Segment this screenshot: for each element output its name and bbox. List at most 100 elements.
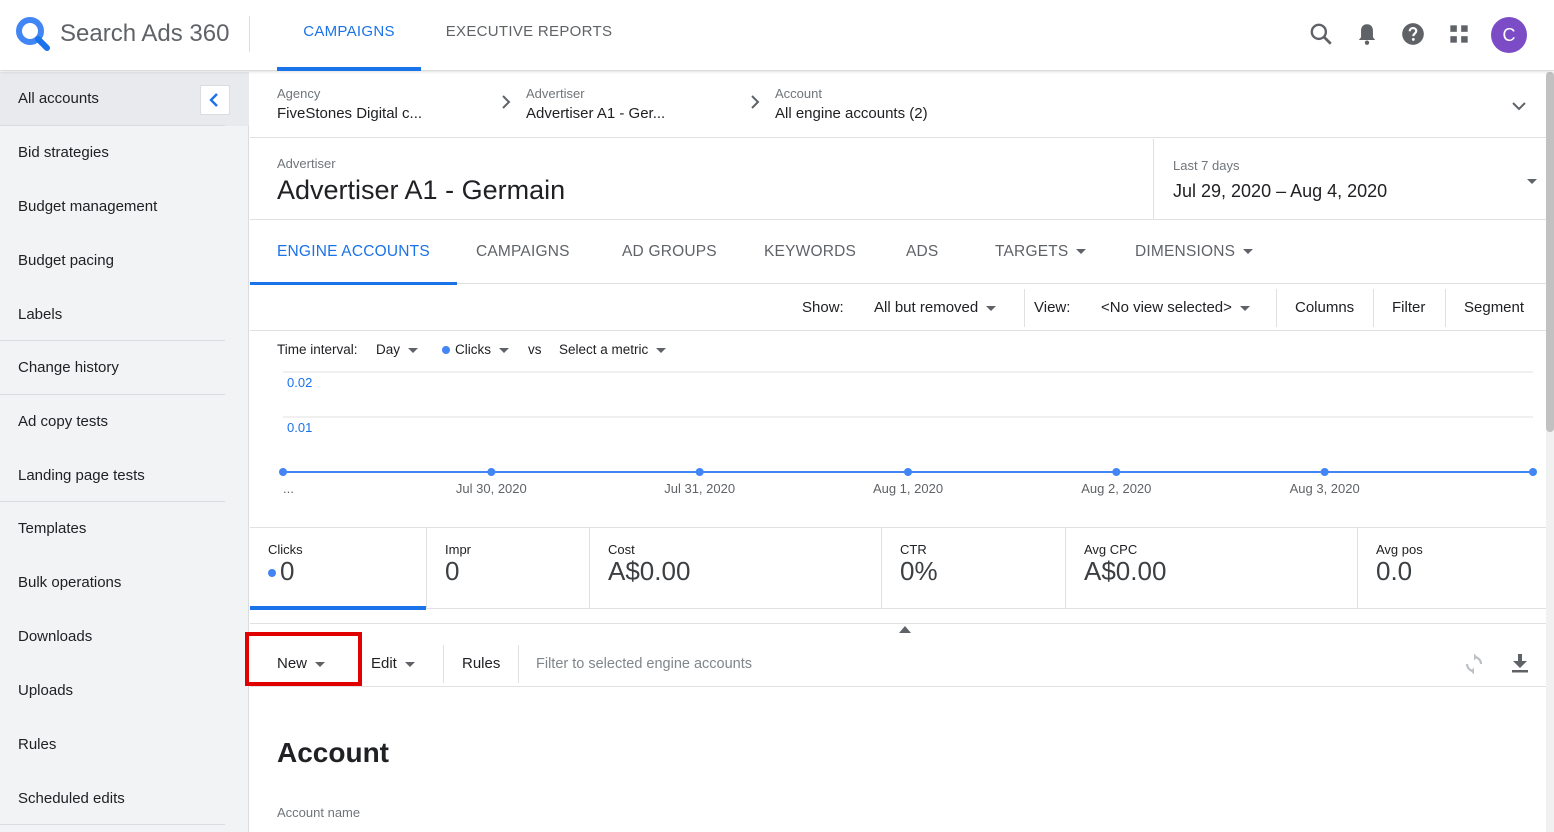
view-dropdown[interactable]: <No view selected>: [1101, 285, 1250, 331]
chevron-down-icon[interactable]: [1511, 98, 1527, 114]
sidebar-item-label: Templates: [18, 520, 87, 537]
tab-engine-accounts[interactable]: ENGINE ACCOUNTS: [250, 221, 457, 285]
sidebar-item-labels[interactable]: Labels: [0, 288, 249, 342]
scrollbar-thumb[interactable]: [1546, 72, 1554, 432]
show-dropdown[interactable]: All but removed: [874, 285, 997, 331]
page-header: Advertiser Advertiser A1 - Germain Last …: [250, 139, 1546, 220]
app-name: Search Ads 360: [60, 20, 230, 47]
rules-button[interactable]: Rules: [462, 641, 500, 687]
tab-ads[interactable]: ADS: [906, 221, 938, 284]
metric-label: Avg pos: [1376, 542, 1423, 557]
new-button[interactable]: New: [277, 641, 326, 687]
series-dot-icon: [442, 346, 450, 354]
caret-down-icon: [656, 347, 667, 353]
metric-card-avg-pos[interactable]: Avg pos 0.0: [1358, 528, 1546, 608]
breadcrumb-value: Advertiser A1 - Ger...: [526, 105, 666, 122]
y-tick-label: 0.01: [287, 420, 312, 435]
refresh-icon[interactable]: [1462, 652, 1486, 676]
sidebar-item-budget-management[interactable]: Budget management: [0, 180, 249, 234]
filter-button[interactable]: Filter: [1392, 285, 1425, 331]
breadcrumb-advertiser[interactable]: Advertiser Advertiser A1 - Ger...: [526, 86, 665, 122]
sidebar-item-rules[interactable]: Rules: [0, 718, 249, 772]
collapse-sidebar-button[interactable]: [200, 85, 230, 115]
top-tab-executive-reports[interactable]: EXECUTIVE REPORTS: [437, 0, 621, 71]
show-value: All but removed: [874, 299, 979, 316]
primary-metric-dropdown[interactable]: Clicks: [442, 342, 509, 357]
sidebar-item-downloads[interactable]: Downloads: [0, 610, 249, 664]
time-interval-label: Time interval:: [277, 342, 358, 357]
tab-dimensions[interactable]: DIMENSIONS: [1135, 221, 1254, 284]
segment-button[interactable]: Segment: [1464, 285, 1524, 331]
avatar[interactable]: C: [1491, 17, 1527, 53]
top-tab-campaigns[interactable]: CAMPAIGNS: [277, 0, 421, 71]
clicks-data-point: [1112, 468, 1121, 476]
sidebar-item-templates[interactable]: Templates: [0, 502, 249, 556]
collapse-chart-arrow-icon[interactable]: [899, 626, 911, 633]
metric-value: 0: [268, 556, 294, 587]
sidebar-item-bid-strategies[interactable]: Bid strategies: [0, 126, 249, 180]
compare-metric-dropdown[interactable]: Select a metric: [559, 342, 667, 357]
edit-button-label: Edit: [371, 655, 397, 672]
compare-metric-value: Select a metric: [559, 342, 649, 357]
sidebar-item-uploads[interactable]: Uploads: [0, 664, 249, 718]
caret-down-icon: [986, 305, 997, 311]
sidebar-item-label: Budget management: [18, 198, 158, 215]
sidebar-item-landing-page-tests[interactable]: Landing page tests: [0, 449, 249, 503]
metric-card-clicks[interactable]: Clicks 0: [250, 528, 427, 610]
tab-campaigns[interactable]: CAMPAIGNS: [476, 221, 570, 284]
columns-button[interactable]: Columns: [1295, 285, 1354, 331]
x-tick-label: ...: [283, 481, 294, 496]
metric-card-cost[interactable]: Cost A$0.00: [590, 528, 882, 608]
search-icon[interactable]: [1308, 21, 1334, 47]
time-interval-value: Day: [376, 342, 401, 357]
primary-metric-value: Clicks: [455, 342, 491, 357]
metric-card-impr[interactable]: Impr 0: [427, 528, 590, 608]
metric-card-avg-cpc[interactable]: Avg CPC A$0.00: [1066, 528, 1358, 608]
tab-ad-groups[interactable]: AD GROUPS: [622, 221, 717, 284]
action-divider: [443, 645, 444, 683]
sidebar-item-label: Bid strategies: [18, 144, 109, 161]
apps-grid-icon[interactable]: [1446, 21, 1472, 47]
sidebar-item-bulk-operations[interactable]: Bulk operations: [0, 556, 249, 610]
account-section-title: Account: [277, 737, 389, 768]
sidebar-item-label: Scheduled edits: [18, 790, 125, 807]
sidebar-item-scheduled-edits[interactable]: Scheduled edits: [0, 772, 249, 826]
sidebar: All accounts Bid strategies Budget manag…: [0, 72, 249, 832]
page-scrollbar[interactable]: [1546, 72, 1554, 832]
metric-summary: Clicks 0 Impr 0 Cost A$0.00 CTR 0% Avg C…: [250, 527, 1546, 610]
metric-value: 0%: [900, 556, 938, 586]
breadcrumb-label: Agency: [277, 86, 321, 101]
breadcrumb-account[interactable]: Account All engine accounts (2): [775, 86, 928, 122]
filter-input[interactable]: [536, 649, 1136, 679]
sidebar-item-change-history[interactable]: Change history: [0, 341, 249, 395]
caret-down-icon: [404, 661, 415, 667]
top-app-bar: Search Ads 360 CAMPAIGNS EXECUTIVE REPOR…: [0, 0, 1554, 71]
help-icon[interactable]: [1400, 21, 1426, 47]
date-range-picker[interactable]: Last 7 days Jul 29, 2020 – Aug 4, 2020: [1153, 139, 1546, 219]
breadcrumb-label: Advertiser: [526, 86, 585, 101]
x-tick-label: Jul 30, 2020: [456, 481, 527, 496]
tab-label: DIMENSIONS: [1135, 243, 1236, 260]
notifications-icon[interactable]: [1354, 21, 1380, 47]
download-icon[interactable]: [1508, 651, 1532, 675]
sidebar-divider: [0, 824, 225, 825]
sidebar-item-budget-pacing[interactable]: Budget pacing: [0, 234, 249, 288]
x-tick-label: Aug 3, 2020: [1290, 481, 1360, 496]
view-value: <No view selected>: [1101, 299, 1232, 316]
metric-label: Avg CPC: [1084, 542, 1138, 557]
metric-label: Impr: [445, 542, 471, 557]
chevron-right-icon: [751, 95, 760, 109]
time-interval-dropdown[interactable]: Day: [376, 342, 419, 357]
edit-button[interactable]: Edit: [371, 641, 415, 687]
caret-down-icon: [1076, 249, 1087, 255]
tab-targets[interactable]: TARGETS: [995, 221, 1087, 284]
x-tick-label: Aug 1, 2020: [873, 481, 943, 496]
clicks-data-point: [904, 468, 912, 476]
sidebar-item-label: Bulk operations: [18, 574, 122, 591]
sidebar-item-ad-copy-tests[interactable]: Ad copy tests: [0, 395, 249, 449]
metric-card-ctr[interactable]: CTR 0%: [882, 528, 1066, 608]
metric-value: A$0.00: [608, 556, 691, 586]
view-label: View:: [1034, 299, 1071, 316]
breadcrumb-agency[interactable]: Agency FiveStones Digital c...: [277, 86, 422, 122]
tab-keywords[interactable]: KEYWORDS: [764, 221, 856, 284]
